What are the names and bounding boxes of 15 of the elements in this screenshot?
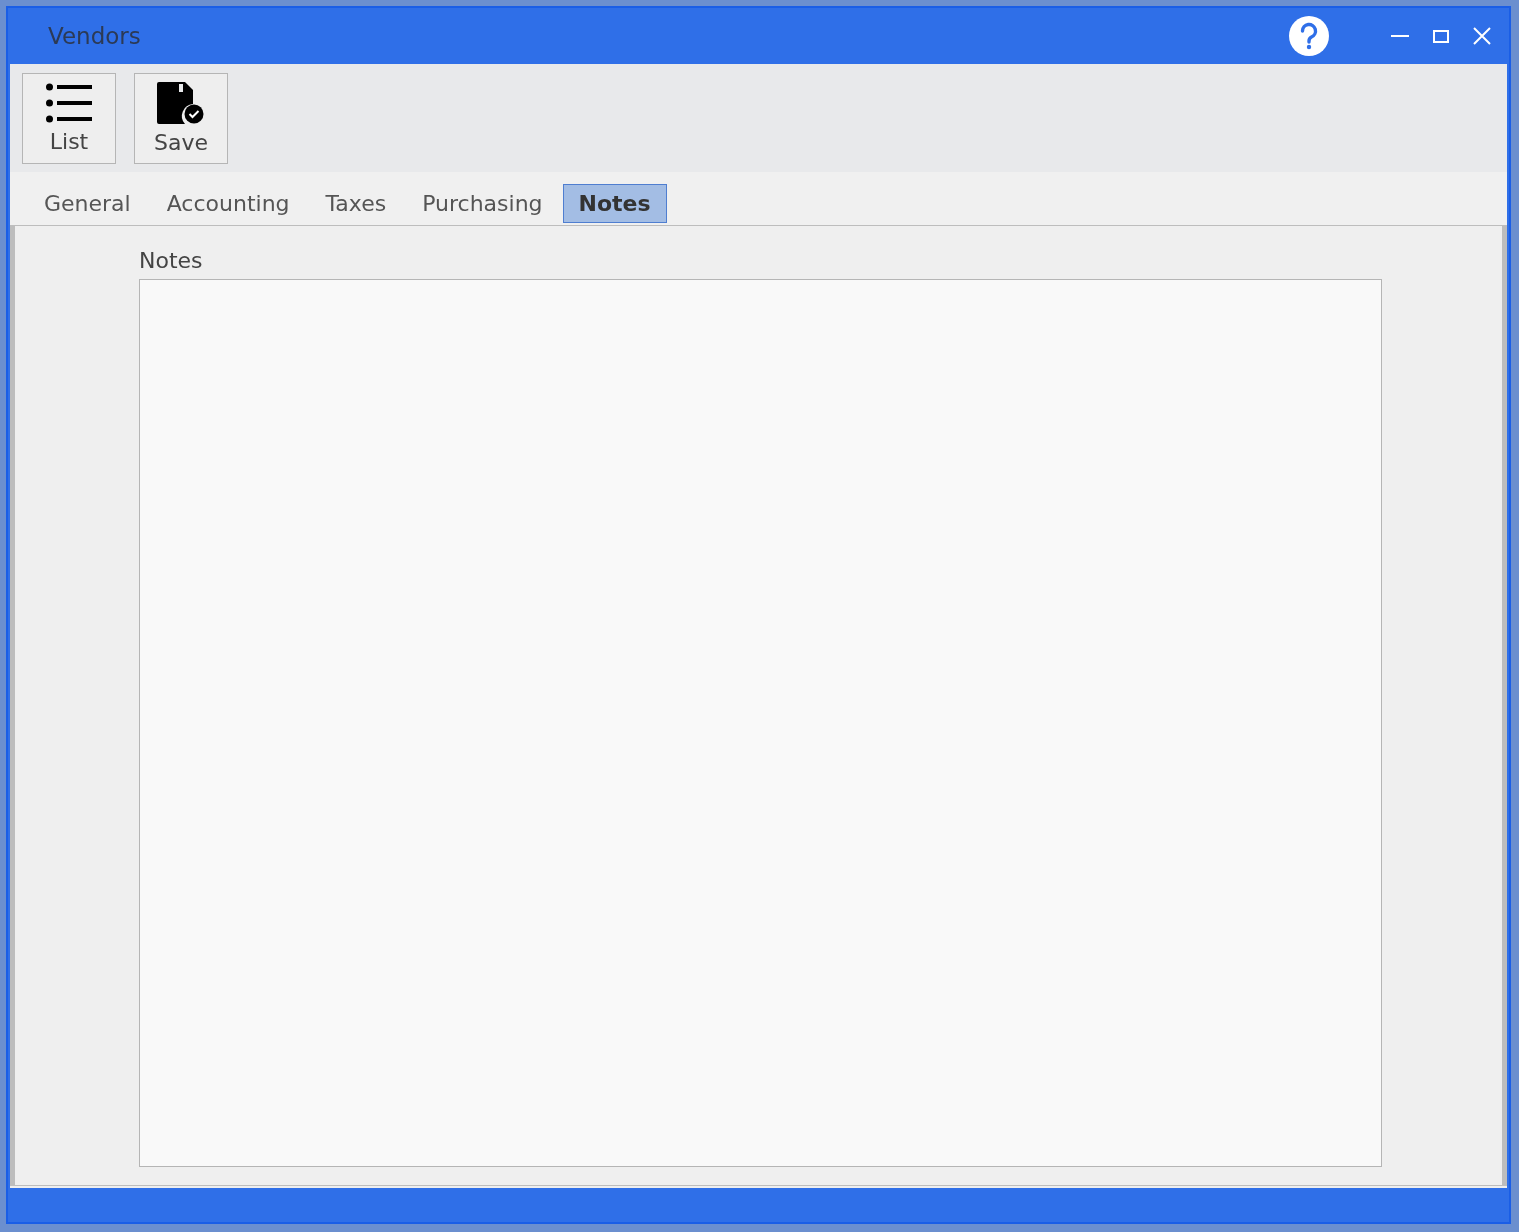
tab[interactable]: General — [28, 184, 147, 223]
tab[interactable]: Taxes — [309, 184, 403, 223]
tab[interactable]: Purchasing — [406, 184, 559, 223]
list-icon — [46, 82, 92, 123]
notes-field[interactable] — [139, 279, 1382, 1167]
tab[interactable]: Notes — [562, 184, 667, 223]
maximize-icon[interactable] — [1433, 29, 1449, 43]
window-title: Vendors — [48, 23, 141, 49]
close-icon[interactable] — [1473, 27, 1491, 45]
field-label: Notes — [139, 248, 203, 273]
help-icon[interactable] — [1289, 16, 1329, 56]
floppy-disk-check-icon — [157, 81, 205, 124]
toolbar-button[interactable]: Save — [134, 72, 228, 164]
tab[interactable]: Accounting — [150, 184, 306, 223]
toolbar-button[interactable]: List — [22, 72, 116, 164]
